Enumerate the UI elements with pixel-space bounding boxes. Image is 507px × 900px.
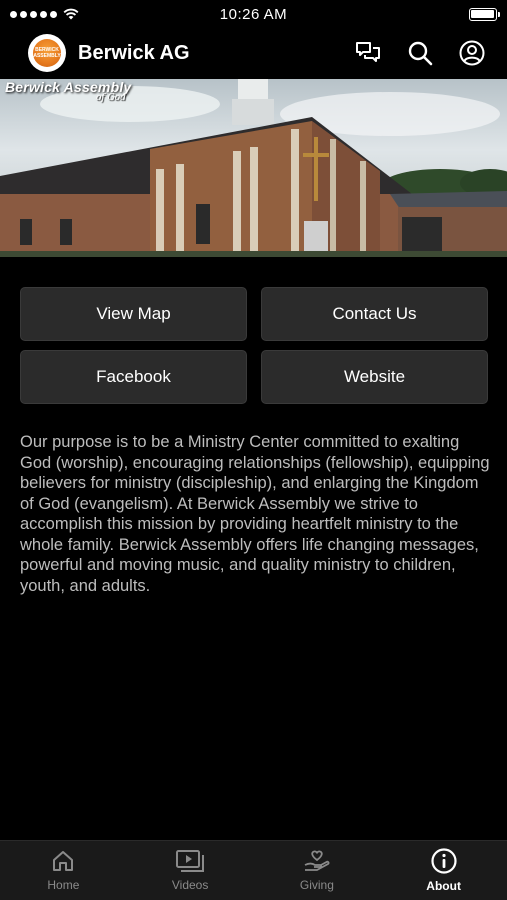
home-icon [53, 851, 74, 871]
tab-home-label: Home [47, 878, 80, 892]
church-banner-image: Berwick Assembly of God [0, 79, 507, 257]
status-time: 10:26 AM [219, 5, 288, 23]
bottom-tab-bar: Home Videos Giving About [0, 840, 507, 900]
logo-emblem: BERWICK ASSEMBLY [33, 39, 61, 67]
videos-icon [176, 850, 205, 872]
church-building-illustration [0, 79, 507, 257]
app-header: BERWICK ASSEMBLY Berwick AG [0, 28, 507, 78]
tab-giving[interactable]: Giving [267, 849, 367, 892]
view-map-button[interactable]: View Map [20, 287, 247, 341]
app-logo: BERWICK ASSEMBLY [28, 34, 66, 72]
tab-videos[interactable]: Videos [140, 849, 240, 892]
website-button[interactable]: Website [261, 350, 488, 404]
info-icon [431, 848, 457, 874]
tab-giving-label: Giving [299, 878, 334, 892]
tab-about[interactable]: About [394, 848, 494, 893]
about-description: Our purpose is to be a Ministry Center c… [20, 433, 490, 595]
signal-icon [10, 10, 57, 18]
battery-icon [468, 7, 500, 21]
wifi-icon [63, 8, 79, 20]
search-icon[interactable] [407, 40, 433, 66]
chat-icon[interactable] [355, 41, 381, 65]
action-button-grid: View Map Contact Us Facebook Website [20, 287, 488, 404]
banner-logo-script: of God [96, 93, 126, 103]
facebook-button[interactable]: Facebook [20, 350, 247, 404]
tab-videos-label: Videos [171, 878, 209, 892]
tab-about-label: About [426, 879, 461, 893]
status-bar: 10:26 AM [0, 0, 507, 28]
giving-icon [304, 850, 330, 871]
signal-wifi-group [10, 8, 130, 20]
profile-icon[interactable] [459, 40, 485, 66]
app-title: Berwick AG [78, 41, 190, 64]
tab-home[interactable]: Home [13, 849, 113, 892]
app-screen: 10:26 AM BERWICK ASSEMBLY Berwick AG Ber… [0, 0, 507, 900]
contact-us-button[interactable]: Contact Us [261, 287, 488, 341]
